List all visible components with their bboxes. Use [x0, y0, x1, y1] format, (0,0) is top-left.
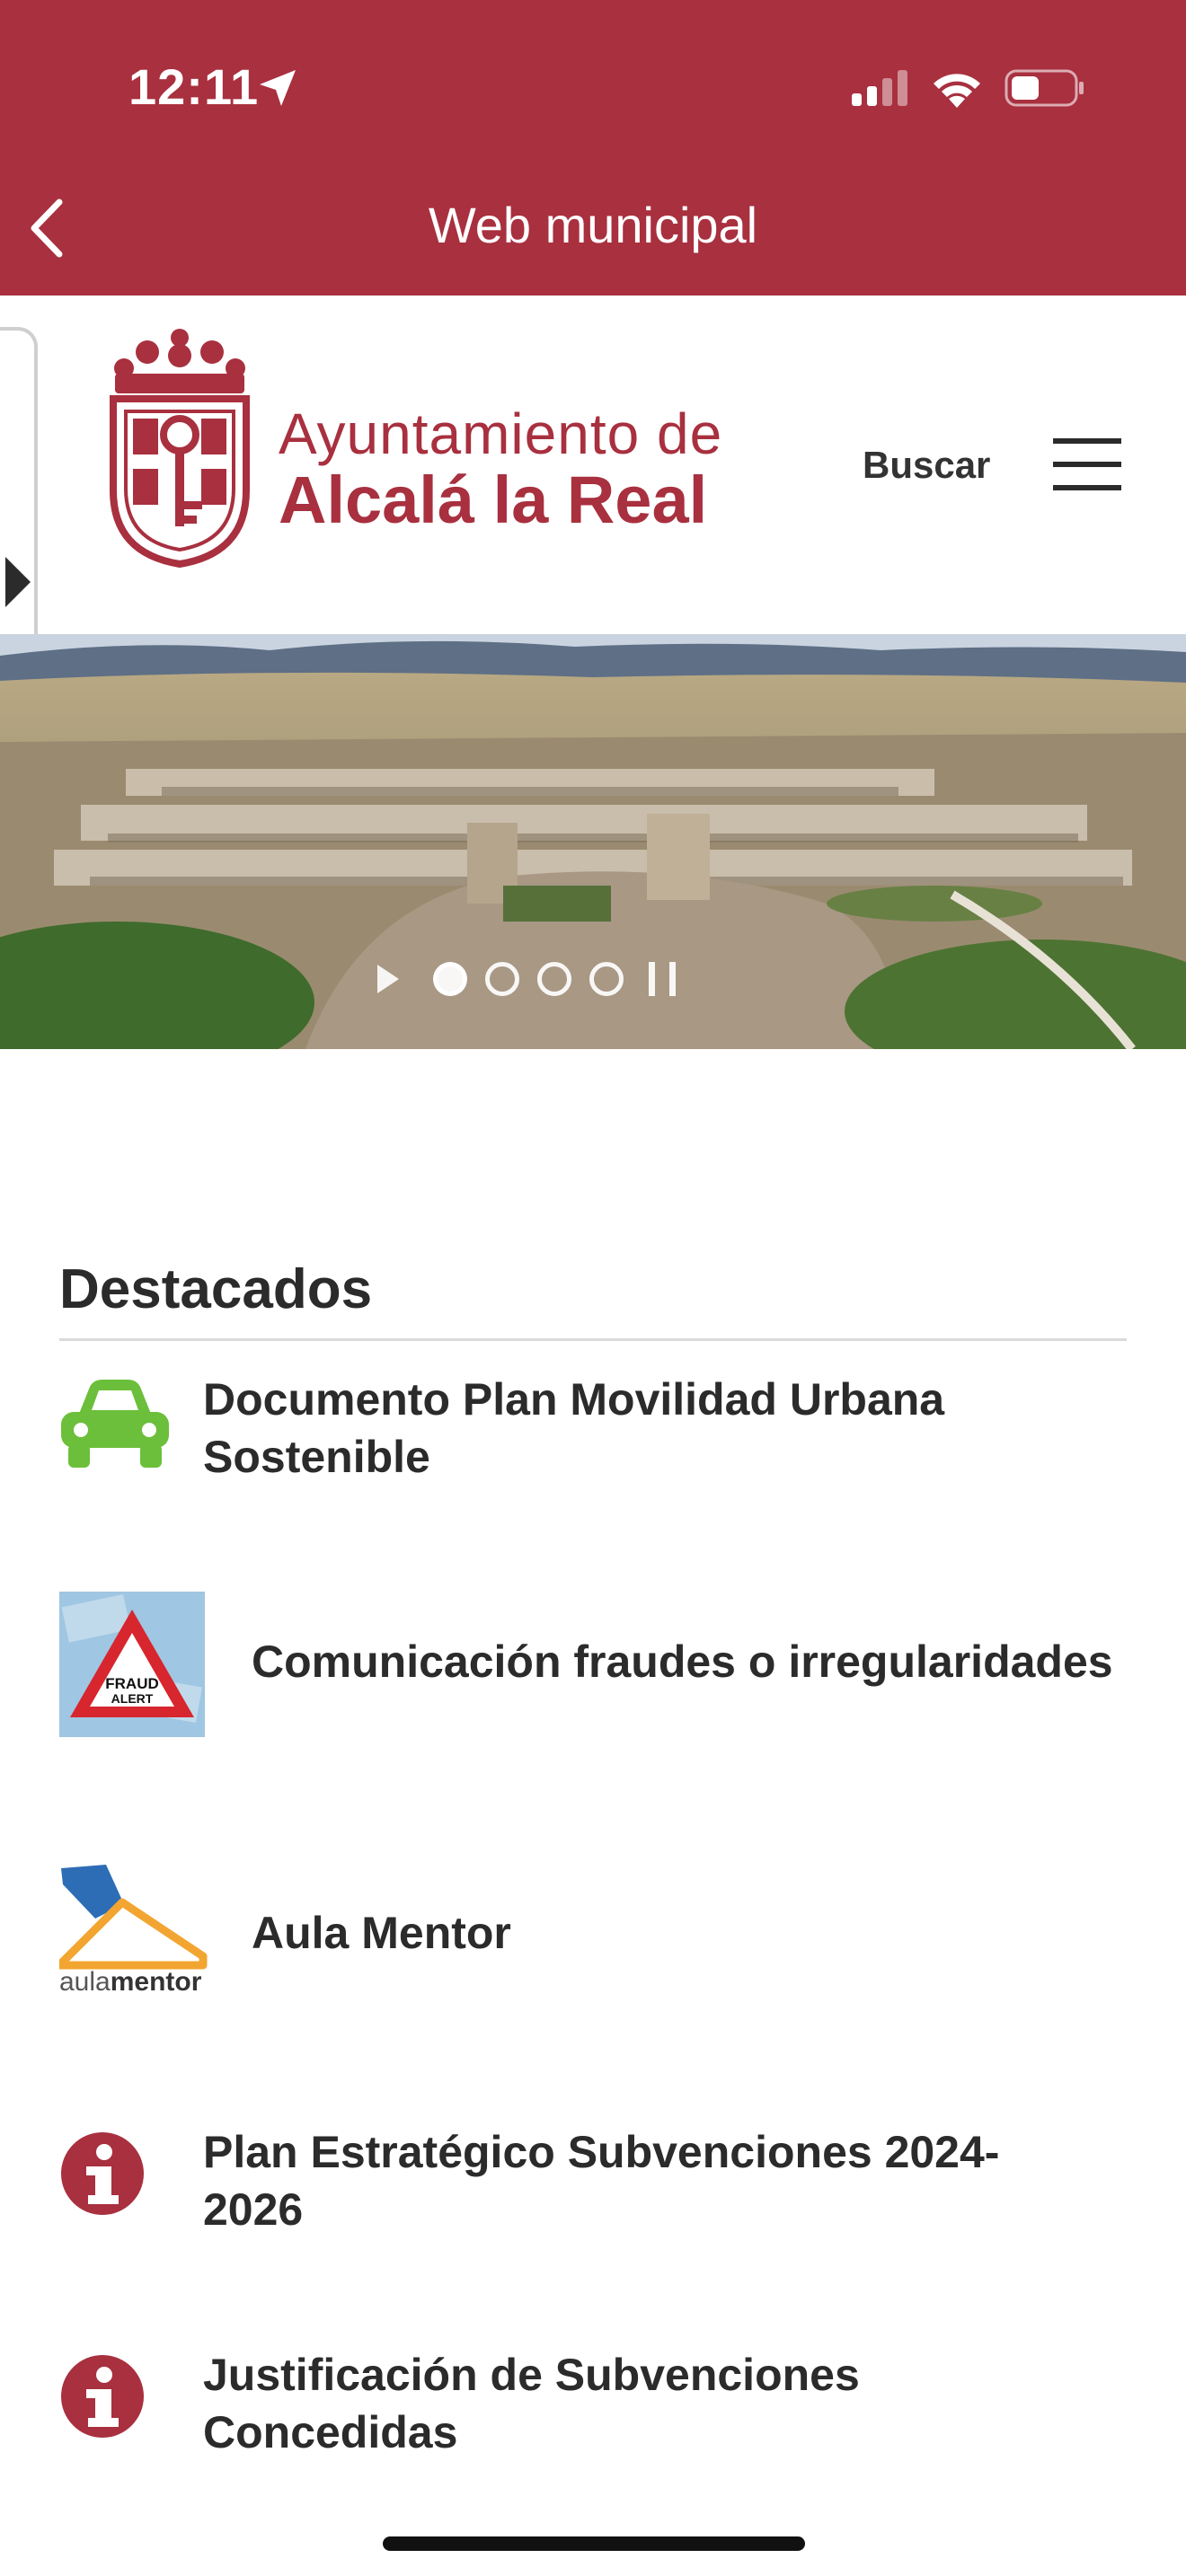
list-item-label-line1: Justificación de Subvenciones	[203, 2350, 860, 2400]
wifi-icon	[934, 74, 980, 108]
list-item-label: Aula Mentor	[252, 1908, 511, 1958]
list-item[interactable]: aulamentor Aula Mentor	[59, 1859, 1128, 2003]
org-name-line1: Ayuntamiento de	[279, 401, 723, 466]
list-item-label-line2: 2026	[203, 2184, 304, 2235]
list-item-label: Comunicación fraudes o irregularidades	[252, 1636, 1113, 1687]
carousel-dot-2[interactable]	[485, 962, 519, 996]
org-name-line2: Alcalá la Real	[279, 463, 708, 537]
drawer-arrow-icon[interactable]	[5, 557, 31, 607]
car-icon	[61, 1380, 169, 1468]
carousel-dot-4[interactable]	[589, 962, 624, 996]
aula-mentor-logo: aulamentor	[59, 1865, 208, 1996]
carousel-play-icon[interactable]	[377, 965, 399, 993]
hamburger-menu-icon[interactable]	[1053, 438, 1121, 490]
list-item[interactable]: FRAUD ALERT Comunicación fraudes o irreg…	[59, 1581, 1128, 1737]
app-header: 12:11 Web municipal	[0, 0, 1186, 296]
battery-icon	[1005, 69, 1084, 107]
fraud-alert-icon: FRAUD ALERT	[59, 1592, 205, 1737]
svg-text:aulamentor: aulamentor	[59, 1967, 202, 1996]
carousel-controls	[377, 956, 676, 1002]
section-title: Destacados	[59, 1258, 373, 1320]
svg-text:ALERT: ALERT	[111, 1691, 154, 1706]
list-item[interactable]: Justificación de Subvenciones Concedidas	[59, 2346, 1128, 2490]
nav-title: Web municipal	[428, 197, 758, 253]
list-item-label-line2: Concedidas	[203, 2407, 458, 2457]
carousel-dot-3[interactable]	[537, 962, 571, 996]
cellular-signal-icon	[852, 70, 907, 106]
search-link[interactable]: Buscar	[863, 444, 990, 487]
info-icon	[61, 2355, 144, 2438]
list-item-label-line1: Documento Plan Movilidad Urbana	[203, 1374, 945, 1425]
list-item[interactable]: Plan Estratégico Subvenciones 2024- 2026	[59, 2123, 1128, 2267]
municipal-crest-logo[interactable]	[106, 325, 253, 569]
list-item-label-line2: Sostenible	[203, 1432, 430, 1482]
carousel-dot-1[interactable]	[433, 962, 467, 996]
home-indicator[interactable]	[383, 2536, 805, 2551]
carousel-pause-icon[interactable]	[649, 962, 676, 996]
info-icon	[61, 2132, 144, 2215]
list-item-label-line1: Plan Estratégico Subvenciones 2024-	[203, 2127, 1000, 2177]
svg-text:FRAUD: FRAUD	[105, 1675, 159, 1692]
location-arrow-icon	[260, 70, 296, 106]
list-item[interactable]: Documento Plan Movilidad Urbana Sostenib…	[59, 1365, 1128, 1509]
status-time: 12:11	[128, 58, 260, 115]
section-divider	[59, 1338, 1127, 1341]
